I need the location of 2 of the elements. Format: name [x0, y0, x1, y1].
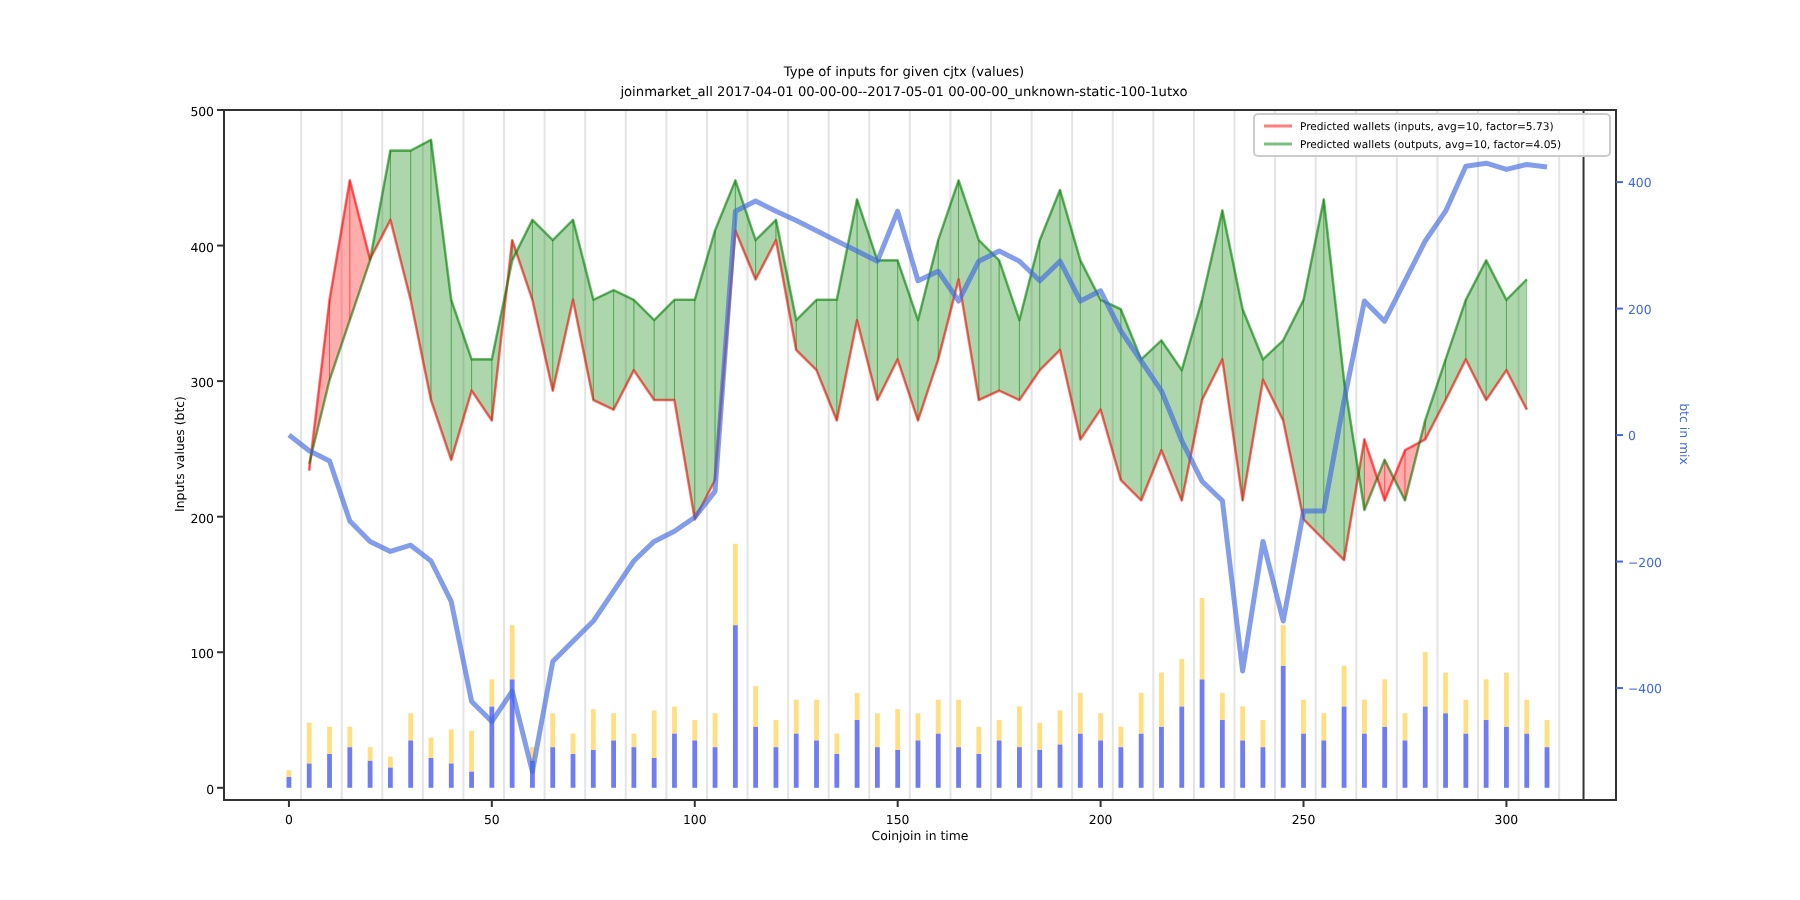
legend-line — [1264, 142, 1292, 146]
legend-line — [1264, 124, 1292, 128]
